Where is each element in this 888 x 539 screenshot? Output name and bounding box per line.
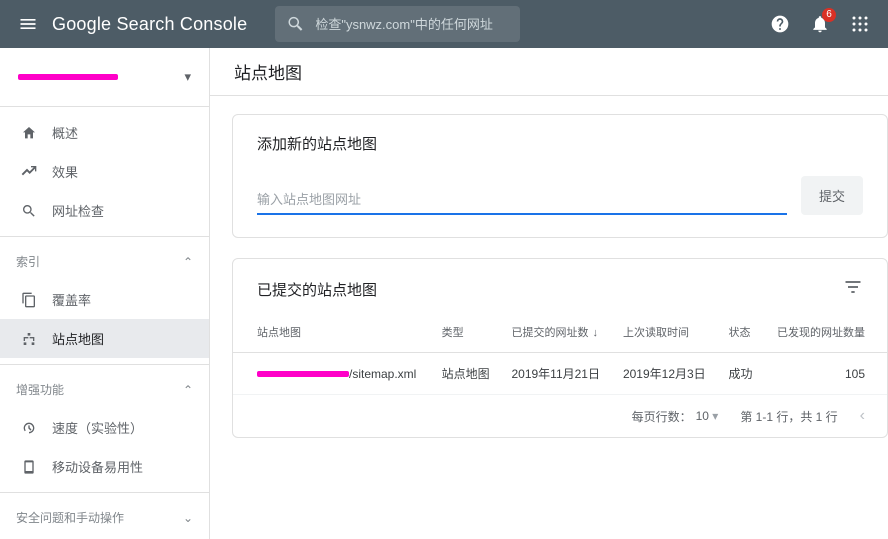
chevron-up-icon: ⌃ bbox=[183, 383, 193, 397]
sidebar-item-performance[interactable]: 效果 bbox=[0, 152, 209, 191]
logo-bold: Google bbox=[52, 14, 111, 34]
search-icon bbox=[20, 203, 38, 219]
sidebar-item-sitemaps[interactable]: 站点地图 bbox=[0, 319, 209, 358]
col-discovered[interactable]: 已发现的网址数量 bbox=[764, 312, 887, 353]
col-submitted[interactable]: 已提交的网址数↓ bbox=[501, 312, 612, 353]
pager-prev-icon[interactable]: ‹ bbox=[860, 407, 865, 425]
section-label: 增强功能 bbox=[16, 381, 64, 398]
sort-down-icon: ↓ bbox=[592, 327, 598, 339]
submitted-sitemaps-card: 已提交的站点地图 站点地图 类型 已提交的网址数↓ 上次读取时间 状态 已发现 bbox=[232, 258, 888, 438]
mobile-icon bbox=[20, 459, 38, 475]
sidebar-item-label: 移动设备易用性 bbox=[52, 457, 143, 476]
sidebar-item-label: 站点地图 bbox=[52, 329, 104, 348]
property-selector[interactable]: ▾ bbox=[8, 56, 201, 98]
sidebar-item-label: 效果 bbox=[52, 162, 78, 181]
pager-range: 第 1-1 行，共 1 行 bbox=[740, 408, 837, 425]
app-logo: Google Search Console bbox=[52, 14, 247, 35]
logo-rest: Search Console bbox=[116, 14, 247, 34]
cell-submitted: 2019年11月21日 bbox=[501, 353, 612, 395]
app-header: Google Search Console 6 bbox=[0, 0, 888, 48]
sidebar-item-coverage[interactable]: 覆盖率 bbox=[0, 280, 209, 319]
table-pager: 每页行数： 10 ▾ 第 1-1 行，共 1 行 ‹ bbox=[233, 395, 887, 437]
submitted-sitemaps-title: 已提交的站点地图 bbox=[257, 279, 377, 300]
sidebar-item-label: 覆盖率 bbox=[52, 290, 91, 309]
sitemap-domain-redacted bbox=[257, 371, 349, 377]
sidebar-item-label: 网址检查 bbox=[52, 201, 104, 220]
chevron-down-icon: ▾ bbox=[184, 69, 191, 85]
sitemaps-table: 站点地图 类型 已提交的网址数↓ 上次读取时间 状态 已发现的网址数量 /sit… bbox=[233, 312, 887, 395]
url-inspector-search[interactable] bbox=[275, 6, 519, 42]
sidebar-item-url-inspection[interactable]: 网址检查 bbox=[0, 191, 209, 230]
home-icon bbox=[20, 125, 38, 141]
section-label: 安全问题和手动操作 bbox=[16, 509, 124, 526]
submit-sitemap-button[interactable]: 提交 bbox=[801, 176, 863, 215]
col-last-read[interactable]: 上次读取时间 bbox=[613, 312, 719, 353]
chevron-down-icon: ⌄ bbox=[183, 511, 193, 525]
hamburger-menu-button[interactable] bbox=[8, 4, 48, 44]
sidebar-item-label: 概述 bbox=[52, 123, 78, 142]
property-name-redacted bbox=[18, 74, 118, 80]
filter-icon[interactable] bbox=[843, 277, 863, 302]
sidebar-section-enhancements[interactable]: 增强功能 ⌃ bbox=[0, 371, 209, 408]
url-inspector-input[interactable] bbox=[315, 17, 507, 32]
add-sitemap-card: 添加新的站点地图 提交 bbox=[232, 114, 888, 238]
main-content: 站点地图 添加新的站点地图 提交 已提交的站点地图 bbox=[210, 48, 888, 539]
sidebar: ▾ 概述 效果 网址检查 索引 ⌃ 覆盖率 站点地图 增强 bbox=[0, 48, 210, 539]
chevron-up-icon: ⌃ bbox=[183, 255, 193, 269]
rows-per-page-select[interactable]: 10 ▾ bbox=[696, 409, 719, 423]
sidebar-item-mobile-usability[interactable]: 移动设备易用性 bbox=[0, 447, 209, 486]
sidebar-section-security[interactable]: 安全问题和手动操作 ⌄ bbox=[0, 499, 209, 536]
table-row[interactable]: /sitemap.xml 站点地图 2019年11月21日 2019年12月3日… bbox=[233, 353, 887, 395]
cell-type: 站点地图 bbox=[432, 353, 502, 395]
page-title: 站点地图 bbox=[210, 48, 888, 96]
section-label: 索引 bbox=[16, 253, 40, 270]
sitemap-url-input[interactable] bbox=[257, 186, 787, 215]
sidebar-item-overview[interactable]: 概述 bbox=[0, 113, 209, 152]
sidebar-item-label: 速度（实验性） bbox=[52, 418, 143, 437]
cell-discovered: 105 bbox=[764, 353, 887, 395]
sitemap-icon bbox=[20, 331, 38, 347]
sitemap-path: /sitemap.xml bbox=[349, 367, 416, 381]
col-sitemap[interactable]: 站点地图 bbox=[233, 312, 432, 353]
cell-status: 成功 bbox=[718, 353, 763, 395]
chevron-down-icon: ▾ bbox=[712, 409, 718, 423]
apps-grid-icon[interactable] bbox=[840, 4, 880, 44]
col-status[interactable]: 状态 bbox=[718, 312, 763, 353]
sidebar-section-index[interactable]: 索引 ⌃ bbox=[0, 243, 209, 280]
rows-per-page-label: 每页行数： bbox=[632, 408, 692, 425]
cell-last-read: 2019年12月3日 bbox=[613, 353, 719, 395]
copy-icon bbox=[20, 292, 38, 308]
notifications-badge: 6 bbox=[822, 8, 836, 22]
speed-icon bbox=[20, 420, 38, 436]
help-icon[interactable] bbox=[760, 4, 800, 44]
sidebar-item-speed[interactable]: 速度（实验性） bbox=[0, 408, 209, 447]
add-sitemap-title: 添加新的站点地图 bbox=[257, 133, 863, 154]
col-type[interactable]: 类型 bbox=[432, 312, 502, 353]
notifications-icon[interactable]: 6 bbox=[800, 4, 840, 44]
trend-icon bbox=[20, 164, 38, 180]
